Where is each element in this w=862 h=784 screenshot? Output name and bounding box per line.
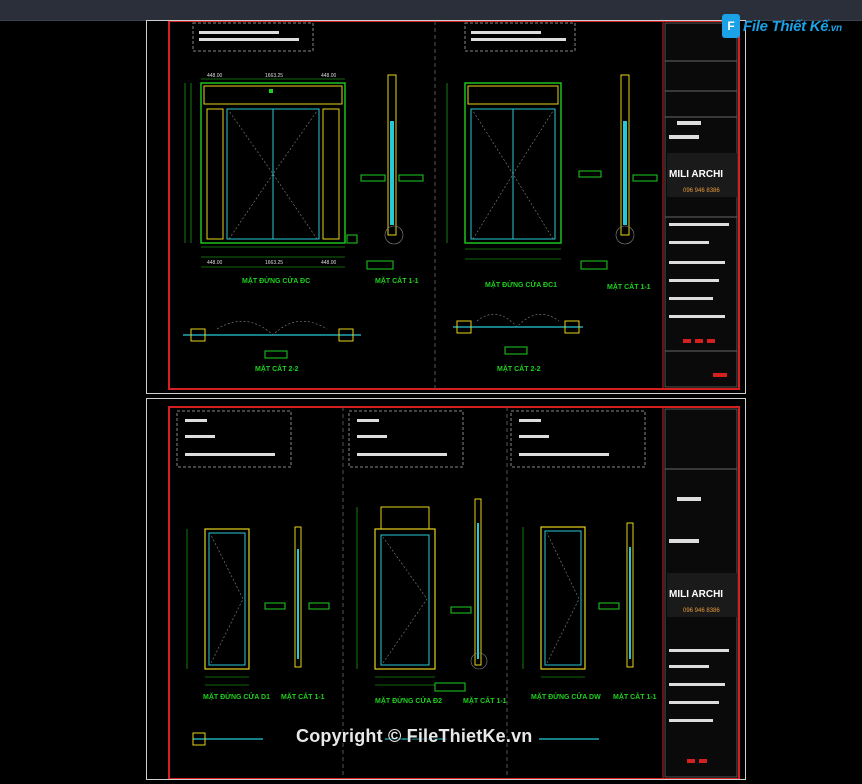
brand-name-2: MILI ARCHI [669, 589, 723, 600]
door-elevation-dc: 448.00 1663.25 448.00 448.00 1663.25 448… [184, 73, 358, 285]
svg-text:1663.25: 1663.25 [265, 260, 283, 266]
title-block-1: MILI ARCHI 096 946 8386 [664, 22, 738, 388]
elev-title-dw: MẶT ĐỨNG CỬA DW [531, 692, 601, 701]
svg-text:448.00: 448.00 [207, 73, 223, 79]
section-1-1-right: MẶT CẮT 1-1 [580, 74, 658, 291]
logo-icon: F [722, 14, 740, 38]
section-2-2-left: MẶT CẮT 2-2 [183, 320, 361, 373]
sheet-2-drawing: MẶT ĐỨNG CỬA D1 MẶT CẮT 1-1 MẶT ĐỨNG CỬA… [168, 406, 740, 780]
brand-phone: 096 946 8386 [683, 188, 720, 194]
brand-phone-2: 096 946 8386 [683, 608, 720, 614]
elev-title-d1: MẶT ĐỨNG CỬA D1 [203, 692, 270, 701]
note-box [464, 22, 576, 52]
sheet-2-red-frame [168, 406, 740, 780]
elev-title-dc: MẶT ĐỨNG CỬA ĐC [242, 276, 310, 285]
sect11-title-left: MẶT CẮT 1-1 [375, 276, 419, 285]
sect11-title-right: MẶT CẮT 1-1 [607, 282, 651, 291]
note-box [192, 22, 314, 52]
title-block-2: MILI ARCHI 096 946 8386 [664, 408, 738, 778]
door-elevation-dw: MẶT ĐỨNG CỬA DW [522, 526, 620, 701]
door-elevation-d1: MẶT ĐỨNG CỬA D1 [186, 528, 286, 701]
sect-title-dw: MẶT CẮT 1-1 [613, 692, 657, 701]
sheet-1-red-frame [168, 20, 740, 390]
svg-text:448.00: 448.00 [321, 73, 337, 79]
logo-text: File Thiết Kế [743, 17, 829, 35]
brand-name: MILI ARCHI [669, 169, 723, 180]
svg-text:448.00: 448.00 [321, 260, 337, 266]
section-2-2-right: MẶT CẮT 2-2 [453, 314, 583, 373]
drawing-sheet-2[interactable]: MẶT ĐỨNG CỬA D1 MẶT CẮT 1-1 MẶT ĐỨNG CỬA… [146, 398, 746, 780]
door-elevation-dc1: MẶT ĐỨNG CỬA ĐC1 [446, 82, 602, 289]
section-d1: MẶT CẮT 1-1 [281, 526, 330, 701]
sheet-1-drawing: 448.00 1663.25 448.00 448.00 1663.25 448… [168, 20, 740, 390]
door-elevation-d2: MẶT ĐỨNG CỬA Đ2 [356, 506, 472, 705]
sect22-title-left: MẶT CẮT 2-2 [255, 364, 299, 373]
svg-text:1663.25: 1663.25 [265, 73, 283, 79]
copyright-watermark: Copyright © FileThietKe.vn [296, 726, 533, 746]
sect-title-d1: MẶT CẮT 1-1 [281, 692, 325, 701]
section-d2: MẶT CẮT 1-1 [434, 498, 507, 705]
logo-suffix: .vn [828, 22, 842, 34]
drawing-sheet-1[interactable]: 448.00 1663.25 448.00 448.00 1663.25 448… [146, 20, 746, 394]
svg-text:448.00: 448.00 [207, 260, 223, 266]
elev-title-d2: MẶT ĐỨNG CỬA Đ2 [375, 696, 442, 705]
section-dw: MẶT CẮT 1-1 [613, 522, 657, 701]
elev-title-dc1: MẶT ĐỨNG CỬA ĐC1 [485, 280, 557, 289]
site-logo[interactable]: F File Thiết Kế.vn [722, 12, 842, 40]
section-1-1-left: MẶT CẮT 1-1 [360, 74, 424, 285]
sect22-title-right: MẶT CẮT 2-2 [497, 364, 541, 373]
sect-title-d2: MẶT CẮT 1-1 [463, 696, 507, 705]
